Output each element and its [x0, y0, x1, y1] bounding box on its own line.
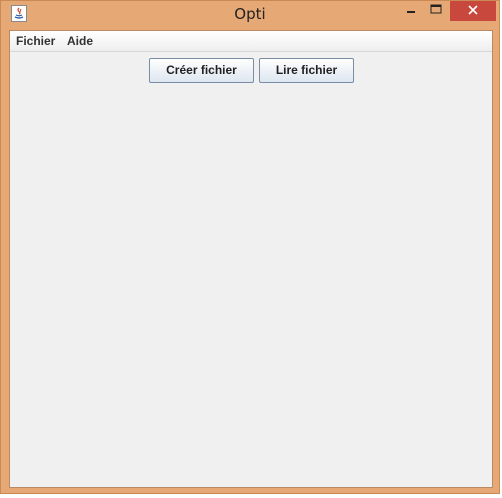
minimize-icon — [407, 11, 415, 13]
minimize-button[interactable] — [399, 1, 423, 21]
create-file-button[interactable]: Créer fichier — [149, 58, 254, 83]
title-bar[interactable]: Opti — [1, 1, 499, 28]
close-button[interactable] — [450, 1, 496, 21]
read-file-button[interactable]: Lire fichier — [259, 58, 354, 83]
content-panel: Fichier Aide Créer fichier Lire fichier — [9, 30, 493, 488]
close-icon — [468, 5, 478, 15]
application-window: Opti Fichier Aide Créer fichier Lire fic… — [0, 0, 500, 494]
maximize-icon — [430, 4, 442, 14]
menu-bar: Fichier Aide — [10, 31, 492, 52]
menu-aide[interactable]: Aide — [65, 33, 95, 49]
maximize-button[interactable] — [425, 1, 447, 21]
menu-fichier[interactable]: Fichier — [14, 33, 57, 49]
